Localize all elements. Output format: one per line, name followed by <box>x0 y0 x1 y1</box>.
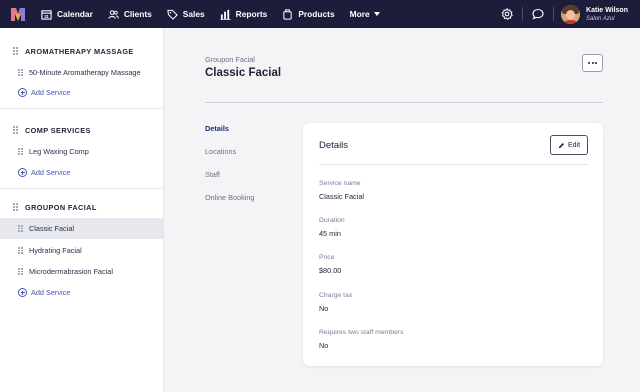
nav-products-label: Products <box>298 9 335 19</box>
drag-handle-icon[interactable] <box>18 69 23 76</box>
group-title: AROMATHERAPY MASSAGE <box>25 46 134 56</box>
service-label: Hydrating Facial <box>29 246 82 255</box>
pencil-icon <box>558 142 564 148</box>
field-label: Requires two staff members <box>319 329 404 336</box>
service-group-groupon-facial[interactable]: GROUPON FACIAL <box>0 201 97 213</box>
field-charge-tax: Charge tax No <box>319 292 352 313</box>
nav-more-menu[interactable]: More <box>350 0 380 28</box>
drag-handle-icon[interactable] <box>13 203 18 211</box>
tab-locations[interactable]: Locations <box>205 147 255 170</box>
user-salon: Salon Azul <box>586 15 615 22</box>
edit-label: Edit <box>567 141 581 149</box>
service-sidebar: AROMATHERAPY MASSAGE 50-Minute Aromather… <box>0 28 164 392</box>
nav-sales-label: Sales <box>182 9 205 19</box>
bar-chart-icon <box>220 9 231 20</box>
nav-sales[interactable]: Sales <box>167 0 205 28</box>
tag-icon <box>167 9 178 20</box>
nav-calendar[interactable]: 31 Calendar <box>41 0 93 28</box>
service-label: Classic Facial <box>29 224 75 233</box>
service-item-active[interactable]: Classic Facial <box>0 218 163 239</box>
field-value: No <box>319 341 329 350</box>
nav-divider <box>553 7 555 21</box>
group-divider <box>0 188 164 189</box>
add-service-button[interactable]: Add Service <box>18 88 70 97</box>
tab-details[interactable]: Details <box>205 124 255 147</box>
field-duration: Duration 45 min <box>319 217 345 238</box>
service-group-aromatherapy-massage[interactable]: AROMATHERAPY MASSAGE <box>0 45 134 57</box>
ellipsis-icon <box>587 62 590 64</box>
user-menu[interactable]: Katie Wilson Salon Azul <box>561 4 628 24</box>
service-item[interactable]: Hydrating Facial <box>0 240 163 261</box>
page-title: Classic Facial <box>205 67 282 79</box>
add-service-label: Add Service <box>31 88 71 97</box>
service-label: 50-Minute Aromatherapy Massage <box>29 68 141 77</box>
service-label: Microdermabrasion Facial <box>29 267 113 276</box>
service-item[interactable]: Leg Waxing Comp <box>0 141 163 162</box>
service-item[interactable]: 50-Minute Aromatherapy Massage <box>0 62 163 83</box>
group-title: GROUPON FACIAL <box>25 202 97 212</box>
chat-bubble-icon <box>532 8 544 20</box>
add-service-label: Add Service <box>31 288 71 297</box>
avatar <box>561 4 581 24</box>
drag-handle-icon[interactable] <box>18 148 23 155</box>
drag-handle-icon[interactable] <box>18 225 23 232</box>
add-service-label: Add Service <box>31 168 71 177</box>
field-label: Price <box>319 254 335 261</box>
drag-handle-icon[interactable] <box>13 126 18 134</box>
nav-clients[interactable]: Clients <box>108 0 152 28</box>
plus-circle-icon <box>18 88 27 97</box>
users-icon <box>108 9 119 19</box>
nav-more-label: More <box>349 9 370 19</box>
plus-circle-icon <box>18 288 27 297</box>
nav-calendar-label: Calendar <box>57 9 93 19</box>
details-card: Details Edit Service name Classic Facial… <box>303 123 603 366</box>
nav-reports-label: Reports <box>235 9 268 19</box>
drag-handle-icon[interactable] <box>13 47 18 55</box>
field-label: Duration <box>319 217 345 224</box>
service-label: Leg Waxing Comp <box>29 147 89 156</box>
top-navigation-bar: 31 Calendar Clients Sales Reports Produc… <box>0 0 640 28</box>
field-value: No <box>319 304 329 313</box>
gear-icon <box>501 8 513 20</box>
card-divider <box>319 164 588 165</box>
nav-clients-label: Clients <box>123 9 152 19</box>
card-title: Details <box>319 140 349 151</box>
service-item[interactable]: Microdermabrasion Facial <box>0 261 163 282</box>
nav-reports[interactable]: Reports <box>220 0 268 28</box>
header-divider <box>205 102 603 103</box>
more-options-button[interactable] <box>582 54 603 72</box>
user-name: Katie Wilson <box>586 6 628 14</box>
messages-button[interactable] <box>524 0 552 28</box>
svg-text:31: 31 <box>44 14 49 19</box>
tab-online-booking[interactable]: Online Booking <box>205 193 255 216</box>
field-price: Price $80.00 <box>319 254 341 275</box>
nav-divider <box>522 7 524 21</box>
service-group-comp-services[interactable]: COMP SERVICES <box>0 124 91 136</box>
app-logo[interactable] <box>11 7 25 21</box>
field-value: 45 min <box>319 229 341 238</box>
field-label: Charge tax <box>319 292 353 299</box>
box-icon <box>283 8 292 20</box>
field-value: Classic Facial <box>319 192 365 201</box>
field-service-name: Service name Classic Facial <box>319 180 364 201</box>
plus-circle-icon <box>18 168 27 177</box>
add-service-button[interactable]: Add Service <box>18 288 70 297</box>
drag-handle-icon[interactable] <box>18 247 23 254</box>
service-subnav: Details Locations Staff Online Booking <box>205 124 255 216</box>
drag-handle-icon[interactable] <box>18 268 23 275</box>
group-title: COMP SERVICES <box>25 125 91 135</box>
chevron-down-icon <box>373 12 380 16</box>
breadcrumb: Groupon Facial <box>205 55 255 64</box>
field-label: Service name <box>319 180 361 187</box>
field-value: $80.00 <box>319 266 342 275</box>
field-requires-two-staff: Requires two staff members No <box>319 329 404 350</box>
tab-staff[interactable]: Staff <box>205 170 255 193</box>
nav-products[interactable]: Products <box>282 0 335 28</box>
edit-button[interactable]: Edit <box>550 135 588 155</box>
settings-button[interactable] <box>493 0 521 28</box>
add-service-button[interactable]: Add Service <box>18 168 70 177</box>
group-divider <box>0 108 164 109</box>
calendar-icon: 31 <box>41 9 52 20</box>
